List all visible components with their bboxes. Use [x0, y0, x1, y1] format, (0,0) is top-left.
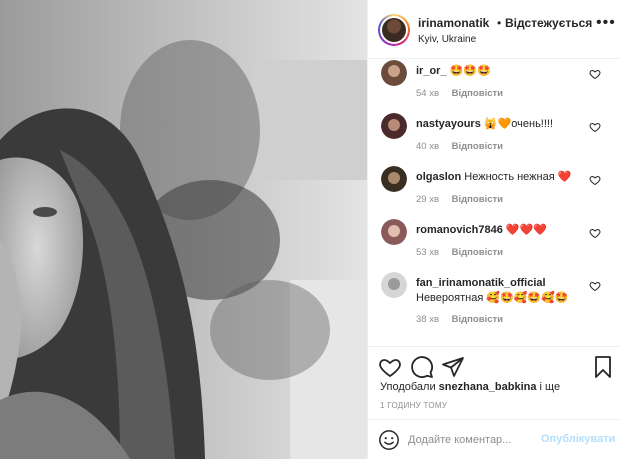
comment-age: 29 хв — [416, 194, 440, 205]
instagram-post: irinamonatik • Відстежується Kyiv, Ukrai… — [0, 0, 620, 459]
send-icon[interactable] — [441, 355, 465, 379]
comment-text: nastyayours 🙀🧡очень!!!! — [416, 117, 586, 132]
reply-button[interactable]: Відповісти — [452, 247, 503, 258]
comment-body: ❤️❤️❤️ — [505, 224, 547, 236]
photo-illustration — [0, 0, 367, 459]
commenter-avatar[interactable] — [381, 166, 407, 192]
author-username[interactable]: irinamonatik — [418, 16, 489, 30]
comment-text: ir_or_ 🤩🤩🤩 — [416, 64, 586, 79]
commenter-avatar[interactable] — [381, 113, 407, 139]
comment-meta: 38 хв Відповісти — [416, 314, 503, 325]
add-comment-bar: Опублікувати — [368, 419, 620, 459]
comment-icon[interactable] — [410, 355, 434, 379]
commenter-avatar[interactable] — [381, 272, 407, 298]
comment-body: Невероятная 🥰🤩🥰🤩🥰🤩 — [416, 292, 569, 304]
post-photo[interactable] — [0, 0, 367, 459]
comment-input[interactable] — [408, 430, 558, 450]
comment-like-icon[interactable] — [589, 280, 601, 292]
comment-age: 53 хв — [416, 247, 440, 258]
likes-summary: Уподобали snezhana_babkina і ще — [380, 381, 560, 393]
comment-text: olgaslon Нежность нежная ❤️ — [416, 170, 586, 185]
publish-button[interactable]: Опублікувати — [541, 433, 615, 445]
comment-username[interactable]: olgaslon — [416, 171, 461, 183]
post-location[interactable]: Kyiv, Ukraine — [418, 34, 476, 45]
author-avatar[interactable] — [378, 14, 410, 46]
reply-button[interactable]: Відповісти — [452, 141, 503, 152]
comment-age: 38 хв — [416, 314, 440, 325]
post-actions-bar — [368, 346, 620, 386]
likes-suffix[interactable]: і ще — [540, 381, 561, 393]
commenter-avatar[interactable] — [381, 60, 407, 86]
likes-user-link[interactable]: snezhana_babkina — [439, 381, 537, 393]
comment-text: romanovich7846 ❤️❤️❤️ — [416, 223, 586, 238]
comment-meta: 29 хв Відповісти — [416, 194, 503, 205]
heart-icon[interactable] — [378, 355, 402, 379]
comment-body: 🤩🤩🤩 — [449, 65, 491, 77]
comment-like-icon[interactable] — [589, 121, 601, 133]
comment-age: 40 хв — [416, 141, 440, 152]
reply-button[interactable]: Відповісти — [452, 314, 503, 325]
bookmark-icon[interactable] — [591, 355, 615, 379]
comment-body: Нежность нежная ❤️ — [464, 171, 572, 183]
header-separator: • — [497, 16, 502, 30]
more-horizontal-icon[interactable]: ••• — [596, 15, 616, 31]
likes-prefix: Уподобали — [380, 381, 436, 393]
comment-like-icon[interactable] — [589, 174, 601, 186]
comment-text: fan_irinamonatik_official Невероятная 🥰🤩… — [416, 276, 586, 306]
reply-button[interactable]: Відповісти — [452, 88, 503, 99]
comment-body: 🙀🧡очень!!!! — [483, 118, 554, 130]
comments-list[interactable]: ir_or_ 🤩🤩🤩 54 хв Відповісти nastyayours … — [368, 60, 620, 345]
comment-username[interactable]: fan_irinamonatik_official — [416, 277, 546, 289]
comment-username[interactable]: romanovich7846 — [416, 224, 503, 236]
post-side-panel: irinamonatik • Відстежується Kyiv, Ukrai… — [367, 0, 620, 459]
reply-button[interactable]: Відповісти — [452, 194, 503, 205]
post-timestamp[interactable]: 1 ГОДИНУ ТОМУ — [380, 401, 447, 410]
comment-username[interactable]: nastyayours — [416, 118, 481, 130]
comment-username[interactable]: ir_or_ — [416, 65, 447, 77]
comment-age: 54 хв — [416, 88, 440, 99]
comment-meta: 54 хв Відповісти — [416, 88, 503, 99]
smiley-icon[interactable] — [378, 429, 400, 451]
comment-like-icon[interactable] — [589, 68, 601, 80]
comment-meta: 53 хв Відповісти — [416, 247, 503, 258]
commenter-avatar[interactable] — [381, 219, 407, 245]
comment-meta: 40 хв Відповісти — [416, 141, 503, 152]
post-header: irinamonatik • Відстежується Kyiv, Ukrai… — [368, 0, 620, 59]
follow-status-button[interactable]: Відстежується — [505, 16, 592, 30]
comment-like-icon[interactable] — [589, 227, 601, 239]
